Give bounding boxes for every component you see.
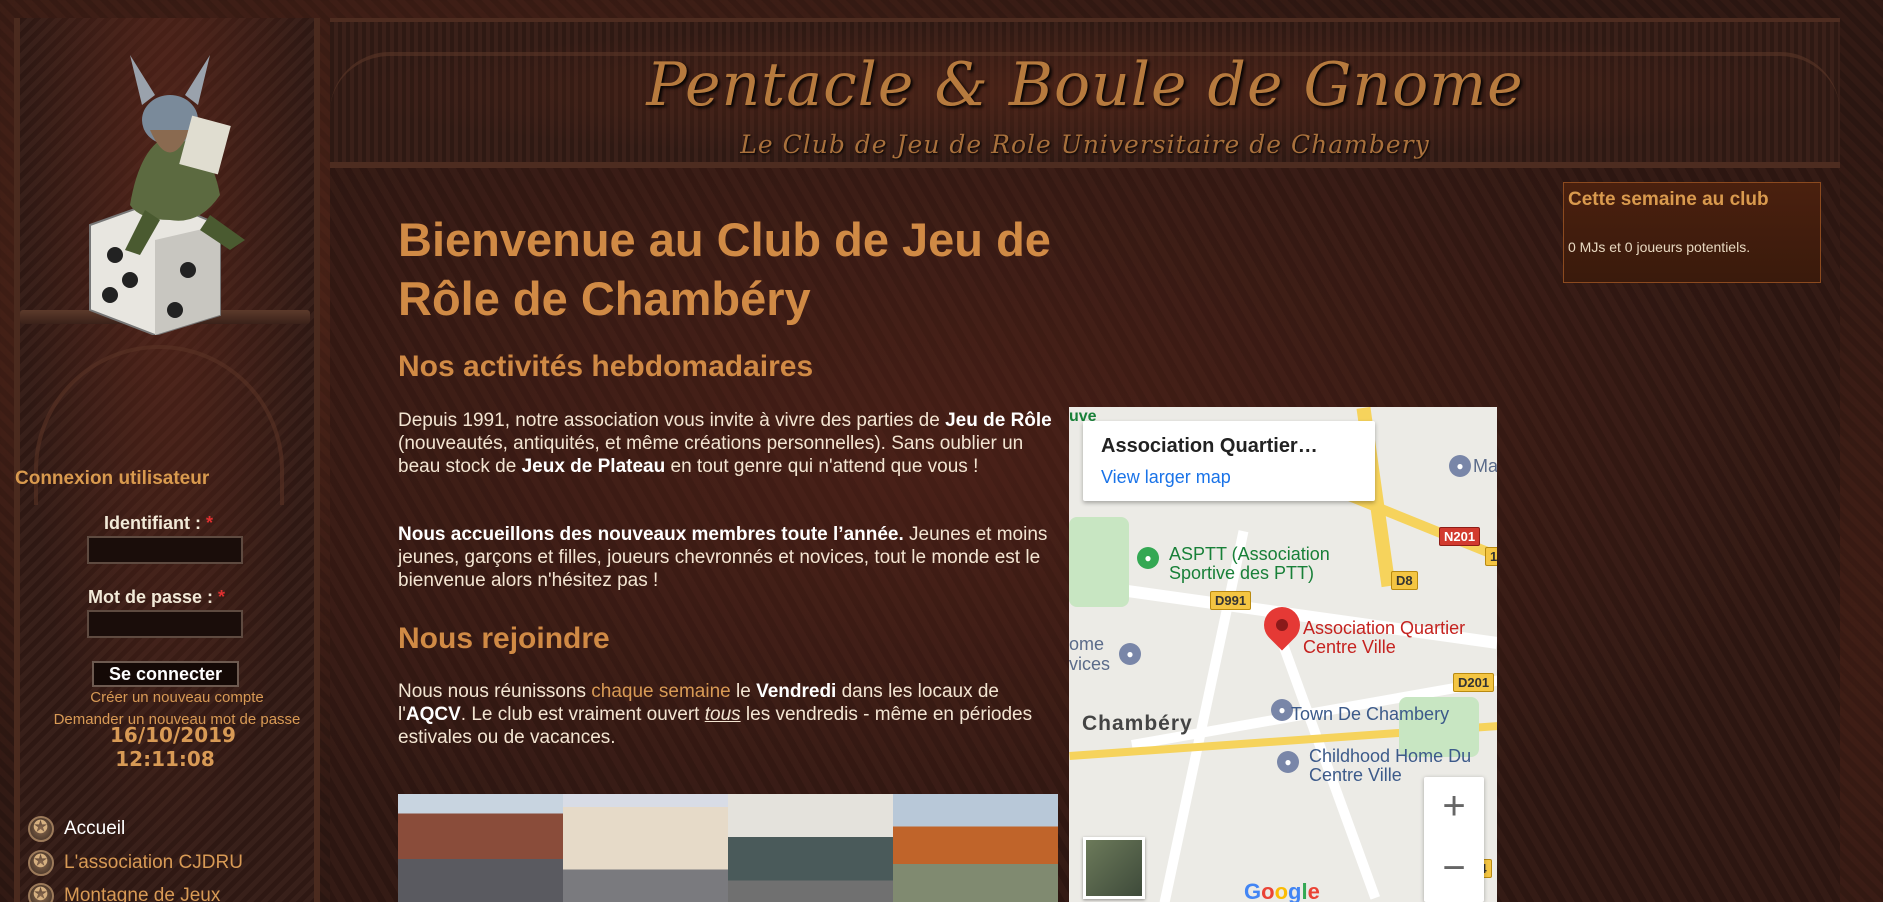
nav-item-label: Accueil bbox=[64, 818, 126, 839]
map-park bbox=[1069, 517, 1129, 607]
map-label: vices bbox=[1069, 654, 1111, 674]
username-label-text: Identifiant : bbox=[104, 513, 201, 533]
pentacle-icon bbox=[28, 816, 54, 842]
map-label: ASPTT (Association Sportive des PTT) bbox=[1169, 544, 1330, 583]
embedded-map[interactable]: uve ● Mai Association Quartier… View lar… bbox=[1069, 407, 1497, 902]
username-label: Identifiant : * bbox=[104, 513, 213, 534]
road-shield: 1 bbox=[1485, 547, 1497, 566]
weekly-link[interactable]: chaque semaine bbox=[591, 681, 730, 702]
nav-item-accueil[interactable]: Accueil bbox=[28, 814, 125, 844]
password-label-text: Mot de passe : bbox=[88, 587, 214, 607]
password-input[interactable] bbox=[87, 610, 243, 638]
street-photo bbox=[893, 794, 1058, 902]
site-header: Pentacle & Boule de Gnome Le Club de Jeu… bbox=[330, 18, 1840, 168]
pentacle-icon bbox=[28, 850, 54, 876]
satellite-toggle[interactable] bbox=[1083, 837, 1145, 899]
street-view-photos bbox=[398, 794, 1058, 902]
page-title: Bienvenue au Club de Jeu de Rôle de Cham… bbox=[398, 213, 1051, 325]
road-shield: D8 bbox=[1391, 571, 1418, 590]
museum-icon: ● bbox=[1449, 455, 1471, 477]
week-summary-text: 0 MJs et 0 joueurs potentiels. bbox=[1568, 239, 1751, 255]
join-heading: Nous rejoindre bbox=[398, 622, 610, 655]
place-pin-icon: ● bbox=[1137, 547, 1159, 569]
nav-item-association[interactable]: L'association CJDRU bbox=[28, 848, 243, 878]
zoom-in-button[interactable]: + bbox=[1424, 777, 1484, 837]
week-summary-title: Cette semaine au club bbox=[1568, 189, 1769, 210]
pentacle-icon bbox=[28, 883, 54, 902]
nav-item-montagne[interactable]: Montagne de Jeux bbox=[28, 881, 220, 902]
create-account-link[interactable]: Créer un nouveau compte bbox=[14, 689, 340, 706]
map-label: Town De Chambery bbox=[1291, 704, 1450, 724]
map-label: Mai bbox=[1473, 456, 1497, 476]
login-title: Connexion utilisateur bbox=[15, 468, 210, 489]
road-shield: D991 bbox=[1210, 591, 1252, 610]
site-title: Pentacle & Boule de Gnome bbox=[646, 50, 1524, 120]
map-label: ome bbox=[1069, 634, 1105, 654]
map-info-title: Association Quartier… bbox=[1101, 435, 1318, 457]
current-date: 16/10/2019 bbox=[110, 723, 236, 747]
gnome-mascot-logo bbox=[89, 55, 245, 335]
map-info-card: Association Quartier… View larger map bbox=[1083, 421, 1375, 501]
nav-item-label: L'association CJDRU bbox=[64, 852, 243, 873]
map-label: Association Quartier Centre Ville bbox=[1303, 618, 1466, 657]
site-subtitle: Le Club de Jeu de Role Universitaire de … bbox=[740, 130, 1430, 159]
street-photo bbox=[398, 794, 563, 902]
required-mark: * bbox=[218, 587, 226, 607]
view-larger-map-link[interactable]: View larger map bbox=[1101, 467, 1231, 488]
landmark-icon: ● bbox=[1271, 699, 1293, 721]
map-zoom-control: + − bbox=[1424, 777, 1484, 902]
activities-paragraph-1: Depuis 1991, notre association vous invi… bbox=[398, 410, 1052, 477]
street-photo bbox=[728, 794, 893, 902]
join-paragraph: Nous nous réunissons chaque semaine le V… bbox=[398, 681, 1033, 748]
place-pin-icon: ● bbox=[1277, 751, 1299, 773]
road-shield: D201 bbox=[1453, 673, 1495, 692]
place-pin-icon: ● bbox=[1119, 643, 1141, 665]
street-photo bbox=[563, 794, 728, 902]
google-logo: Google bbox=[1244, 879, 1320, 902]
activities-heading: Nos activités hebdomadaires bbox=[398, 350, 814, 383]
username-input[interactable] bbox=[87, 536, 243, 564]
activities-paragraph-2: Nous accueillons des nouveaux membres to… bbox=[398, 524, 1048, 591]
current-time: 12:11:08 bbox=[115, 747, 215, 771]
road-shield: N201 bbox=[1439, 527, 1481, 546]
map-label: Chambéry bbox=[1082, 712, 1193, 735]
required-mark: * bbox=[206, 513, 214, 533]
password-label: Mot de passe : * bbox=[88, 587, 225, 608]
login-button[interactable]: Se connecter bbox=[92, 661, 239, 687]
week-summary-box: Cette semaine au club 0 MJs et 0 joueurs… bbox=[1563, 182, 1821, 283]
zoom-out-button[interactable]: − bbox=[1424, 839, 1484, 899]
nav-item-label: Montagne de Jeux bbox=[64, 885, 221, 902]
